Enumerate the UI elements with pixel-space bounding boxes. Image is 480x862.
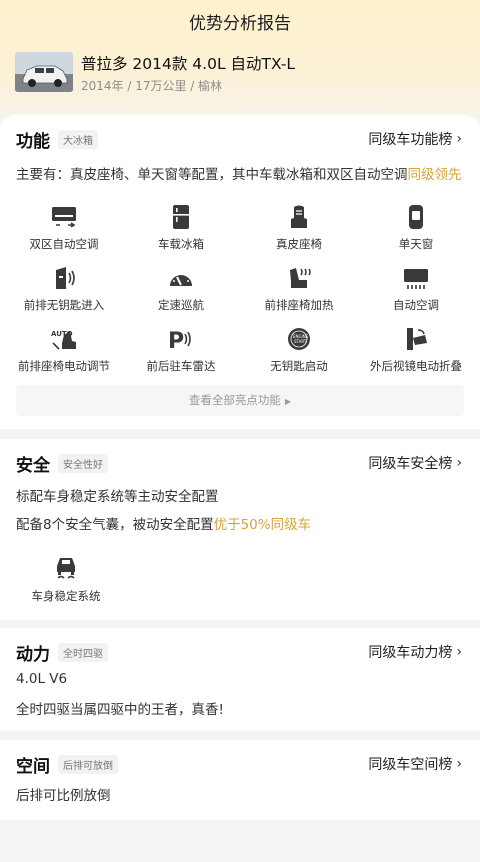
- feature-label: 双区自动空调: [29, 237, 99, 251]
- view-all-features-button[interactable]: 查看全部亮点功能 ▶: [16, 385, 464, 416]
- feature-label: 车载冰箱: [158, 237, 204, 251]
- power-title: 动力: [16, 645, 50, 665]
- safety-line-1: 标配车身稳定系统等主动安全配置: [16, 489, 219, 505]
- feature-item-keyless-start[interactable]: ENGINE START 无钥匙启动: [239, 325, 359, 374]
- features-card: 功能 大冰箱 同级车功能榜 › 主要有：真皮座椅、单天窗等配置，其中车载冰箱和双…: [0, 115, 480, 429]
- cruise-control-icon: [170, 274, 192, 286]
- space-header: 空间 后排可放倒: [16, 752, 118, 777]
- feature-label: 单天窗: [398, 237, 434, 251]
- power-card: 动力 全时四驱 同级车动力榜 › 4.0L V6 全时四驱当属四驱中的王者，真香…: [0, 628, 480, 731]
- space-card: 空间 后排可放倒 同级车空间榜 › 后排可比例放倒: [0, 740, 480, 820]
- power-header: 动力 全时四驱: [16, 640, 108, 665]
- features-rank-label: 同级车功能榜: [368, 132, 453, 148]
- svg-text:START: START: [294, 339, 307, 344]
- feature-item-auto-ac[interactable]: 自动空调: [356, 264, 476, 313]
- safety-header: 安全 安全性好: [16, 451, 108, 476]
- power-seat-icon: AUTO: [51, 330, 76, 350]
- safety-line-2-highlight: 优于50%同级车: [213, 517, 312, 533]
- feature-item-dual-zone-ac[interactable]: 双区自动空调: [4, 203, 124, 252]
- chevron-right-icon: ›: [456, 455, 462, 471]
- car-name: 普拉多 2014款 4.0L 自动TX-L: [81, 55, 296, 73]
- feature-label: 自动空调: [393, 298, 439, 312]
- features-tag: 大冰箱: [58, 130, 98, 149]
- power-tag: 全时四驱: [58, 643, 108, 662]
- keyless-start-icon: ENGINE START: [288, 328, 310, 350]
- car-thumbnail[interactable]: [15, 52, 73, 92]
- stability-control-icon: [57, 558, 75, 579]
- safety-title: 安全: [16, 456, 50, 476]
- svg-text:P: P: [168, 329, 184, 353]
- feature-label: 前排座椅电动调节: [18, 359, 110, 373]
- fridge-icon: [173, 205, 189, 229]
- safety-tag: 安全性好: [58, 454, 108, 473]
- page-title: 优势分析报告: [189, 14, 291, 34]
- feature-label: 前排座椅加热: [264, 298, 334, 312]
- safety-line-2: 配备8个安全气囊，被动安全配置优于50%同级车: [16, 513, 311, 533]
- feature-item-fridge[interactable]: 车载冰箱: [121, 203, 241, 252]
- power-description: 全时四驱当属四驱中的王者，真香!: [16, 702, 224, 718]
- feature-label: 外后视镜电动折叠: [370, 359, 462, 373]
- safety-card: 安全 安全性好 同级车安全榜 › 标配车身稳定系统等主动安全配置 配备8个安全气…: [0, 439, 480, 620]
- parking-radar-icon: P: [168, 329, 191, 353]
- keyless-entry-icon: [56, 267, 75, 289]
- feature-label: 真皮座椅: [276, 237, 322, 251]
- features-desc-text: 主要有：真皮座椅、单天窗等配置，其中车载冰箱和双区自动空调: [16, 167, 408, 183]
- safety-line-2-text: 配备8个安全气囊，被动安全配置: [16, 517, 214, 533]
- feature-label: 前排无钥匙进入: [23, 298, 105, 312]
- feature-item-sunroof[interactable]: 单天窗: [356, 203, 476, 252]
- power-rank-link[interactable]: 同级车动力榜 ›: [368, 642, 462, 662]
- feature-item-leather-seat[interactable]: 真皮座椅: [239, 203, 359, 252]
- feature-label: 前后驻车雷达: [146, 359, 216, 373]
- car-meta: 2014年 / 17万公里 / 榆林: [81, 79, 223, 93]
- feature-label: 定速巡航: [158, 298, 204, 312]
- caret-right-icon: ▶: [284, 397, 292, 406]
- seat-heating-icon: [290, 268, 311, 288]
- chevron-right-icon: ›: [456, 131, 462, 147]
- safety-rank-link[interactable]: 同级车安全榜 ›: [368, 453, 462, 473]
- feature-item-seat-heating[interactable]: 前排座椅加热: [239, 264, 359, 313]
- chevron-right-icon: ›: [456, 756, 462, 772]
- power-engine: 4.0L V6: [16, 671, 68, 687]
- features-header: 功能 大冰箱: [16, 127, 98, 152]
- feature-item-cruise-control[interactable]: 定速巡航: [121, 264, 241, 313]
- leather-seat-icon: [291, 205, 307, 228]
- feature-item-mirror-fold[interactable]: 外后视镜电动折叠: [356, 325, 476, 374]
- safety-item-label: 车身稳定系统: [31, 589, 101, 603]
- mirror-fold-icon: [407, 328, 427, 350]
- features-rank-link[interactable]: 同级车功能榜 ›: [368, 129, 462, 149]
- space-tag: 后排可放倒: [58, 755, 118, 774]
- chevron-right-icon: ›: [456, 644, 462, 660]
- dual-zone-ac-icon: [52, 207, 76, 228]
- power-rank-label: 同级车动力榜: [368, 645, 453, 661]
- space-description: 后排可比例放倒: [16, 788, 111, 804]
- space-rank-link[interactable]: 同级车空间榜 ›: [368, 754, 462, 774]
- feature-label: 无钥匙启动: [270, 359, 328, 373]
- space-title: 空间: [16, 757, 50, 777]
- safety-rank-label: 同级车安全榜: [368, 456, 453, 472]
- features-description: 主要有：真皮座椅、单天窗等配置，其中车载冰箱和双区自动空调同级领先: [16, 163, 462, 183]
- features-title: 功能: [16, 132, 50, 152]
- safety-item-esp[interactable]: 车身稳定系统: [18, 552, 114, 604]
- car-photo-icon: [15, 52, 73, 92]
- feature-item-power-seat[interactable]: AUTO 前排座椅电动调节: [4, 325, 124, 374]
- view-all-features-label: 查看全部亮点功能: [188, 393, 281, 407]
- auto-ac-icon: [404, 269, 428, 289]
- space-rank-label: 同级车空间榜: [368, 757, 453, 773]
- sunroof-icon: [409, 205, 423, 229]
- feature-item-keyless-entry[interactable]: 前排无钥匙进入: [4, 264, 124, 313]
- feature-item-parking-radar[interactable]: P 前后驻车雷达: [121, 325, 241, 374]
- features-desc-highlight: 同级领先: [407, 167, 462, 183]
